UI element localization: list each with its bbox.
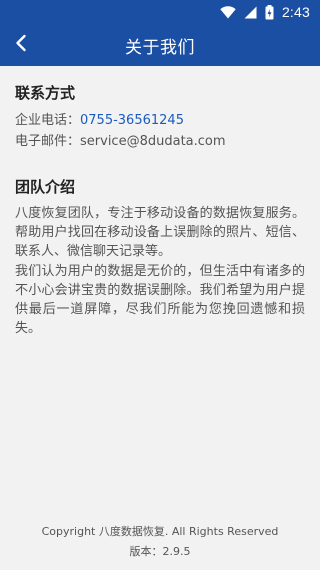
phone-row: 企业电话：0755-36561245 [15, 109, 184, 128]
status-time: 2:43 [281, 4, 310, 20]
email-label: 电子邮件： [15, 134, 81, 149]
signal-icon [244, 6, 257, 19]
app-bar: 关于我们 [0, 24, 320, 66]
chevron-left-icon [14, 34, 28, 56]
team-paragraph-2: 我们认为用户的数据是无价的，但生活中有诸多的不小心会讲宝贵的数据误删除。我们希望… [15, 264, 305, 336]
battery-icon [265, 4, 274, 20]
email-value: service@8dudata.com [80, 134, 226, 149]
version-text: 版本：2.9.5 [129, 545, 191, 558]
team-heading: 团队介绍 [15, 178, 76, 196]
phone-link[interactable]: 0755-36561245 [80, 113, 184, 128]
team-paragraph-1: 八度恢复团队，专注于移动设备的数据恢复服务。帮助用户找回在移动设备上误删除的照片… [15, 206, 305, 259]
page-title: 关于我们 [125, 37, 195, 58]
contact-heading: 联系方式 [15, 84, 76, 102]
status-bar: 2:43 [0, 0, 320, 24]
phone-label: 企业电话： [15, 113, 81, 128]
wifi-icon [220, 5, 236, 19]
email-row: 电子邮件：service@8dudata.com [15, 130, 226, 149]
copyright-text: Copyright 八度数据恢复. All Rights Reserved [41, 525, 279, 538]
footer: Copyright 八度数据恢复. All Rights Reserved 版本… [0, 522, 320, 562]
status-icons: 2:43 [220, 4, 310, 20]
back-button[interactable] [8, 32, 34, 58]
